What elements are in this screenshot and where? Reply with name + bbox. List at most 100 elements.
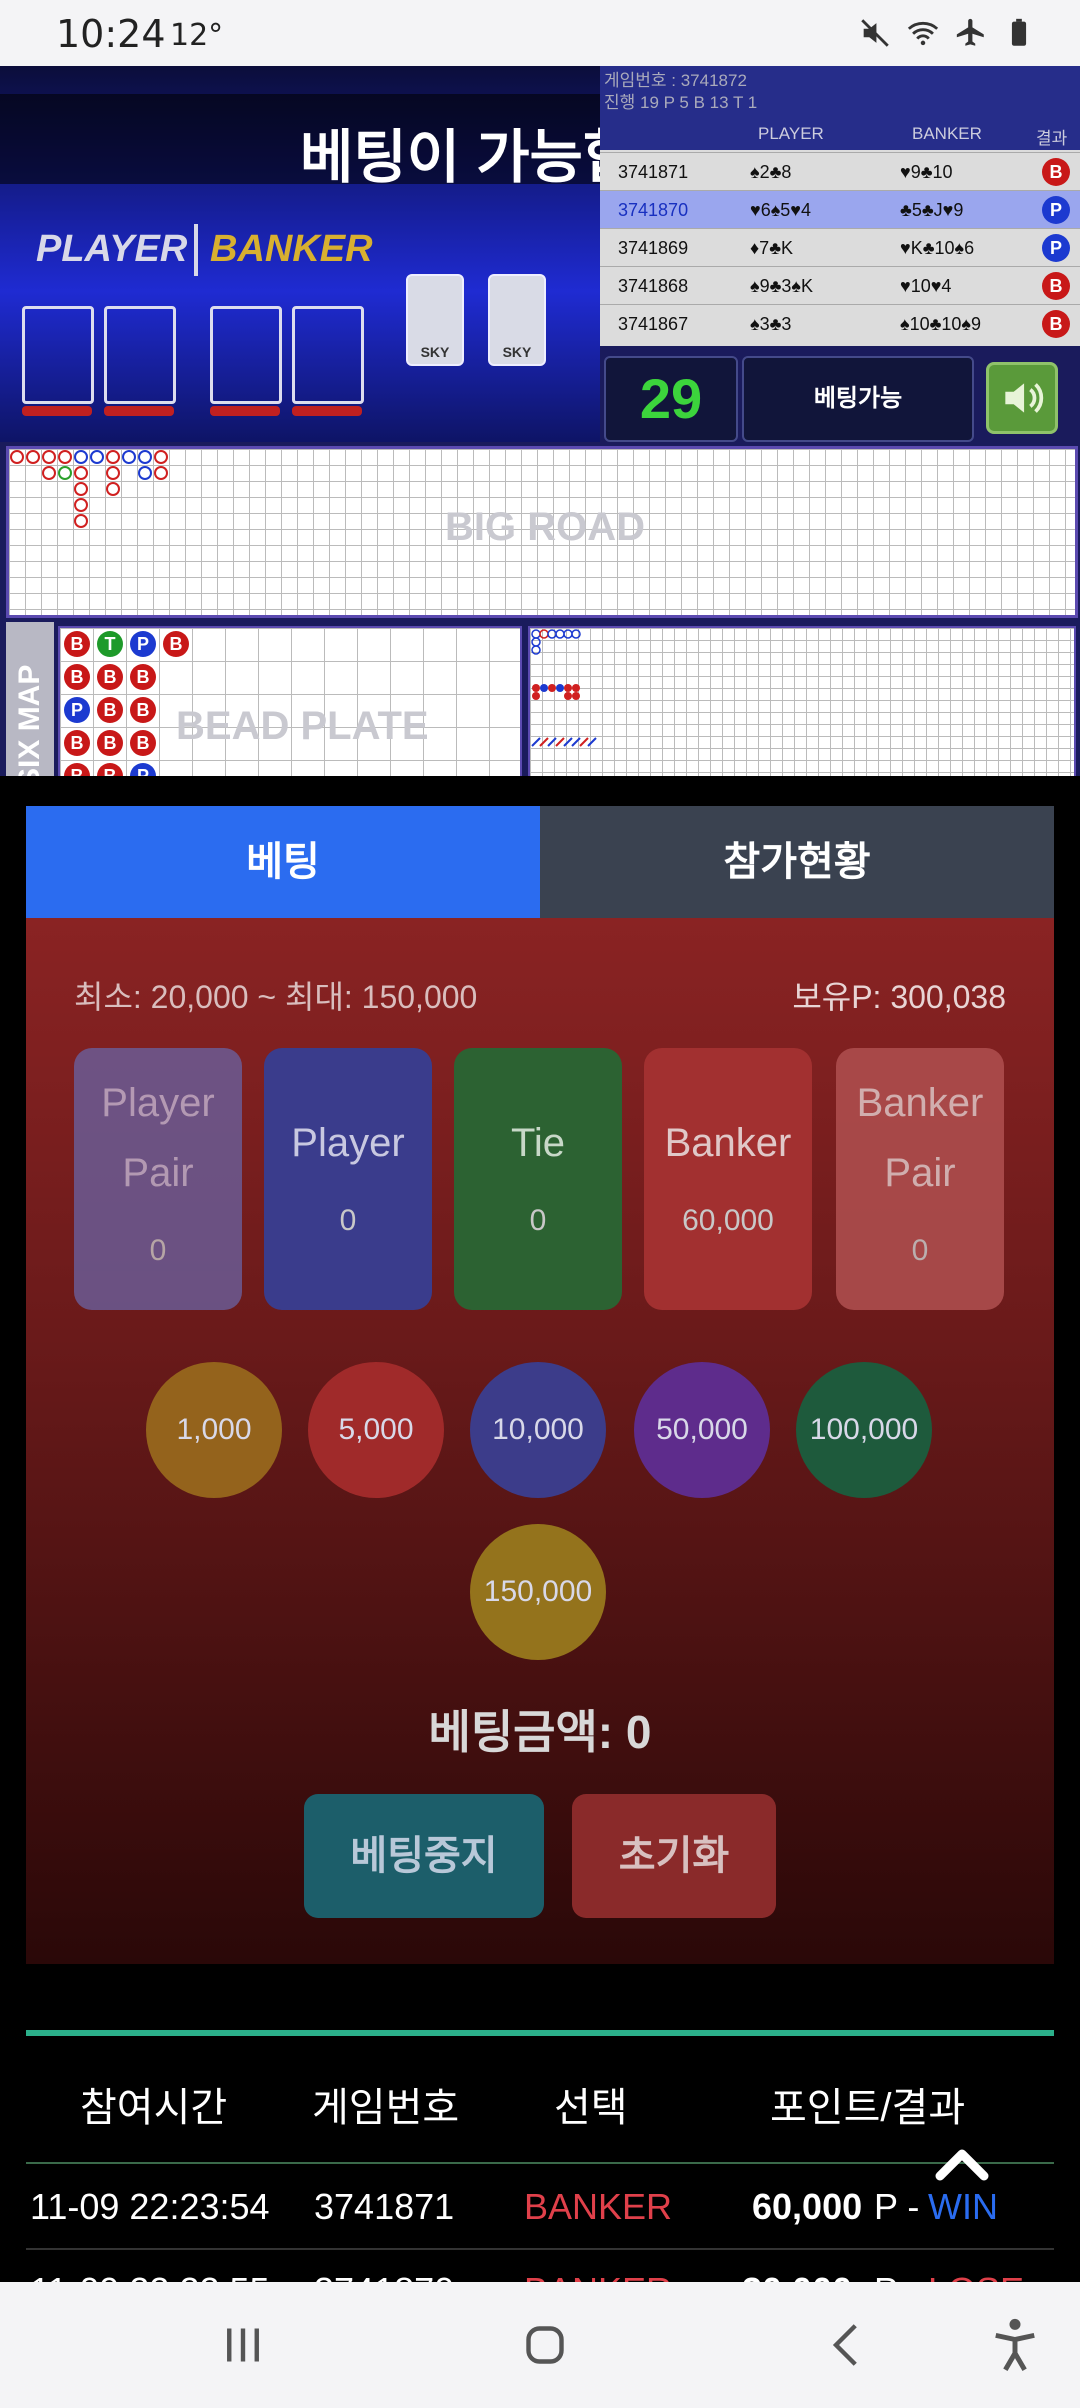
bet-option-amount: 0 <box>339 1204 357 1237</box>
bead: P <box>64 697 90 723</box>
history-result-header: 결과 <box>1036 129 1068 148</box>
banker-card-slot-2 <box>292 306 364 404</box>
scroll-top-icon[interactable] <box>900 2128 1024 2198</box>
row-game: 3741871 <box>314 2186 455 2227</box>
bead: B <box>163 631 189 657</box>
bet-player-pair[interactable]: Player Pair 0 <box>74 1048 242 1310</box>
history-row: 3741871 ♠2♣8 ♥9♣10 B <box>600 152 1080 191</box>
history-banker-cards: ♥9♣10 <box>900 162 953 182</box>
chip-150000[interactable]: 150,000 <box>470 1524 606 1660</box>
bet-option-label: Banker <box>664 1121 792 1165</box>
history-player-cards: ♠3♣3 <box>750 314 792 334</box>
back-icon[interactable] <box>814 2312 880 2378</box>
bead: B <box>130 664 156 690</box>
banker-label: BANKER <box>210 228 373 270</box>
player-card-slot-1 <box>22 306 94 404</box>
history-result-badge: B <box>1042 158 1070 186</box>
point-balance: 보유P: 300,038 <box>792 979 1006 1015</box>
battery-icon <box>1011 18 1027 46</box>
history-game-no: 3741871 <box>618 162 689 182</box>
chip-100000[interactable]: 100,000 <box>796 1362 932 1498</box>
divider <box>26 2030 1054 2036</box>
chip-1000[interactable]: 1,000 <box>146 1362 282 1498</box>
betting-state: 베팅가능 <box>742 356 974 442</box>
bead: T <box>97 631 123 657</box>
chip-10000[interactable]: 10,000 <box>470 1362 606 1498</box>
system-nav-bar <box>0 2282 1080 2408</box>
history-row: 3741867 ♠3♣3 ♠10♣10♠9 B <box>600 304 1080 343</box>
game-board: PLAYER BANKER SKY SKY 베팅이 가능합니다. 게임번호 : … <box>0 66 1080 776</box>
bead-plate-label: BEAD PLATE <box>176 704 429 748</box>
bet-option-amount: 0 <box>149 1234 167 1267</box>
history-banker-cards: ♣5♣J♥9 <box>900 200 964 220</box>
derived-road-marks: ××××× ××× <box>531 629 597 747</box>
bet-option-label: Banker Pair <box>856 1081 984 1195</box>
history-result-badge: B <box>1042 272 1070 300</box>
home-icon[interactable] <box>512 2312 578 2378</box>
history-row: 3741868 ♠9♣3♠K ♥10♥4 B <box>600 266 1080 305</box>
status-icons <box>858 16 1036 50</box>
deck-card: SKY <box>488 274 546 366</box>
history-row: 3741870 ♥6♠5♥4 ♣5♣J♥9 P <box>600 190 1080 229</box>
betting-panel: 베팅 참가현황 최소: 20,000 ~ 최대: 150,000 보유P: 30… <box>26 806 1054 1964</box>
col-points-result: 포인트/결과 <box>770 2086 966 2130</box>
row-choice: BANKER <box>524 2186 673 2227</box>
col-join-time: 참여시간 <box>80 2086 228 2130</box>
history-summary: 진행 19 P 5 B 13 T 1 <box>604 93 758 112</box>
bet-option-label: Player <box>291 1121 405 1165</box>
card-base <box>104 406 174 416</box>
countdown-timer: 29 <box>604 356 738 442</box>
status-time: 10:24 <box>56 12 166 56</box>
big-road-label: BIG ROAD <box>445 505 645 549</box>
history-header: 게임번호 : 3741872 진행 19 P 5 B 13 T 1 PLAYER… <box>600 66 1080 150</box>
history-player-cards: ♠9♣3♠K <box>750 276 813 296</box>
mute-icon <box>861 19 889 47</box>
card-table: PLAYER BANKER SKY SKY 베팅이 가능합니다. <box>0 66 759 442</box>
recent-apps-icon[interactable] <box>210 2312 276 2378</box>
history-banker-cards: ♥K♣10♠6 <box>900 238 975 258</box>
deck-brand: SKY <box>420 344 450 360</box>
chip-5000[interactable]: 5,000 <box>308 1362 444 1498</box>
bead: B <box>64 730 90 756</box>
bead: B <box>64 763 90 776</box>
player-card-slot-2 <box>104 306 176 404</box>
label-divider <box>194 224 198 276</box>
reset-button[interactable]: 초기화 <box>572 1794 776 1918</box>
big-road-marks <box>10 450 168 528</box>
deck-brand: SKY <box>502 344 532 360</box>
sound-toggle-button[interactable] <box>986 362 1058 434</box>
card-base <box>210 406 280 416</box>
bet-banker-pair[interactable]: Banker Pair 0 <box>836 1048 1004 1310</box>
history-banker-header: BANKER <box>912 124 982 143</box>
history-result-badge: P <box>1042 234 1070 262</box>
history-row: 3741869 ♦7♣K ♥K♣10♠6 P <box>600 228 1080 267</box>
bet-tie[interactable]: Tie 0 <box>454 1048 622 1310</box>
bead: B <box>97 664 123 690</box>
row-points: 60,000 <box>752 2186 863 2227</box>
row-divider <box>26 2248 1054 2250</box>
tab-bet[interactable]: 베팅 <box>26 806 540 918</box>
history-game-no: 3741868 <box>618 276 689 296</box>
derived-roads-board: ××××× ××× <box>528 626 1076 776</box>
history-player-header: PLAYER <box>758 124 824 143</box>
tab-participation[interactable]: 참가현황 <box>540 806 1054 918</box>
bead: B <box>130 697 156 723</box>
status-temperature: 12° <box>170 18 224 53</box>
card-base <box>292 406 362 416</box>
chip-50000[interactable]: 50,000 <box>634 1362 770 1498</box>
card-base <box>22 406 92 416</box>
history-player-cards: ♥6♠5♥4 <box>750 200 811 220</box>
accessibility-icon[interactable] <box>982 2312 1048 2378</box>
history-result-badge: P <box>1042 196 1070 224</box>
bet-player[interactable]: Player 0 <box>264 1048 432 1310</box>
status-bar: 10:24 12° <box>0 0 1080 66</box>
bet-banker[interactable]: Banker 60,000 <box>644 1048 812 1310</box>
bead: P <box>130 631 156 657</box>
stop-betting-button[interactable]: 베팅중지 <box>304 1794 544 1918</box>
col-choice: 선택 <box>554 2086 628 2130</box>
history-game-no: 3741870 <box>618 200 689 220</box>
history-game-no: 3741869 <box>618 238 689 258</box>
history-player-cards: ♦7♣K <box>750 238 794 258</box>
bead: B <box>97 730 123 756</box>
bet-option-amount: 60,000 <box>682 1204 774 1237</box>
